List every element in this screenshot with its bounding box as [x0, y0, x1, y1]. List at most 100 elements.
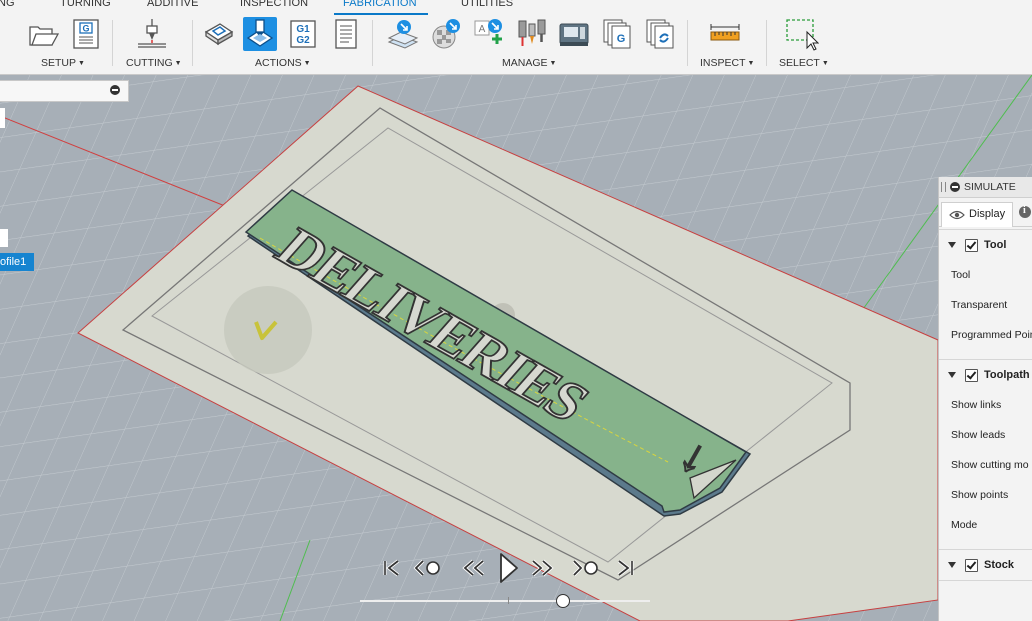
generate-icon: [204, 23, 234, 46]
next-operation-button[interactable]: [570, 553, 602, 583]
template-add-icon: A: [474, 19, 502, 44]
option-row[interactable]: Show points: [939, 480, 1032, 510]
skip-start-icon: [383, 559, 400, 577]
option-row[interactable]: Show leads: [939, 420, 1032, 450]
tool-checkbox[interactable]: [965, 239, 978, 252]
select-group-label[interactable]: SELECT ▼: [779, 57, 829, 69]
fast-forward-button[interactable]: [528, 553, 556, 583]
rewind-button[interactable]: [460, 553, 488, 583]
svg-text:A: A: [479, 24, 486, 35]
post-library-button[interactable]: [643, 17, 677, 51]
simulate-panel-header[interactable]: SIMULATE: [939, 177, 1032, 198]
option-row[interactable]: Show links: [939, 390, 1032, 420]
collapse-icon[interactable]: [950, 182, 960, 192]
browser-panel-header[interactable]: [0, 80, 129, 102]
browser-stub: [0, 229, 8, 247]
rewind-icon: [462, 559, 485, 577]
cutting-button[interactable]: [135, 17, 169, 51]
template-library-button[interactable]: [429, 17, 463, 51]
actions-group-label[interactable]: ACTIONS ▼: [255, 57, 311, 69]
open-folder-button[interactable]: [26, 17, 60, 51]
tab-fabrication[interactable]: FABRICATION: [343, 0, 417, 9]
prev-operation-icon: [413, 559, 440, 577]
collapse-icon[interactable]: [110, 85, 120, 95]
svg-text:G: G: [617, 33, 626, 45]
playback-controls: [360, 553, 650, 613]
tab-display[interactable]: Display: [941, 202, 1013, 227]
tab-additive[interactable]: ADDITIVE: [147, 0, 199, 9]
nc-program-button[interactable]: G: [600, 17, 634, 51]
simulate-icon: [246, 19, 274, 47]
machine-tools-button[interactable]: [515, 17, 549, 51]
option-row[interactable]: Transparent: [939, 290, 1032, 320]
ruler-icon: [710, 24, 740, 41]
gcode-icon: G1 G2: [290, 20, 316, 48]
simulate-tabs: Display: [939, 198, 1032, 227]
stock-checkbox[interactable]: [965, 559, 978, 572]
next-operation-icon: [572, 559, 598, 577]
tab-turning[interactable]: TURNING: [60, 0, 111, 9]
create-template-button[interactable]: A: [472, 17, 506, 51]
expand-triangle-icon[interactable]: [948, 242, 956, 248]
manage-group-label[interactable]: MANAGE ▼: [502, 57, 556, 69]
timeline-slider[interactable]: [360, 593, 650, 609]
toolpath-section-header[interactable]: Toolpath: [939, 359, 1032, 390]
svg-text:G: G: [82, 24, 89, 34]
machine-library-button[interactable]: [557, 17, 591, 51]
option-row[interactable]: Programmed Poin: [939, 320, 1032, 350]
expand-triangle-icon[interactable]: [948, 562, 956, 568]
cutting-group-label[interactable]: CUTTING ▼: [126, 57, 182, 69]
folder-icon: [29, 26, 59, 46]
active-tab-indicator: [334, 13, 428, 15]
tab-utilities[interactable]: UTILITIES: [461, 0, 513, 9]
post-process-button[interactable]: G1 G2: [286, 17, 320, 51]
setup-sheet-button[interactable]: G: [69, 17, 103, 51]
group-divider: [687, 20, 688, 66]
option-row[interactable]: Show cutting mo: [939, 450, 1032, 480]
info-icon[interactable]: [1019, 205, 1031, 218]
window-select-icon: [786, 19, 819, 51]
timeline-handle[interactable]: [556, 594, 570, 608]
inspect-group-label[interactable]: INSPECT ▼: [700, 57, 754, 69]
tool-section-header[interactable]: Tool: [939, 229, 1032, 260]
tab-inspection[interactable]: INSPECTION: [240, 0, 308, 9]
browser-item-profile[interactable]: ofile1: [0, 253, 34, 271]
tool-library-button[interactable]: [386, 17, 420, 51]
fast-forward-icon: [531, 559, 554, 577]
group-divider: [112, 20, 113, 66]
tool-library-icon: [387, 20, 419, 49]
3d-viewport[interactable]: DELIVERIES ↓ ofile1: [0, 75, 1032, 621]
go-to-end-button[interactable]: [614, 553, 636, 583]
toolpath-checkbox[interactable]: [965, 369, 978, 382]
simulate-button[interactable]: [243, 17, 277, 51]
go-to-start-button[interactable]: [380, 553, 404, 583]
expand-triangle-icon[interactable]: [948, 372, 956, 378]
window-select-button[interactable]: [785, 17, 819, 51]
nc-program-icon: G: [603, 19, 631, 49]
drag-handle-icon[interactable]: [941, 182, 946, 192]
eye-icon: [949, 210, 965, 220]
measure-button[interactable]: [708, 17, 742, 51]
document-icon: [335, 19, 357, 49]
play-button[interactable]: [496, 553, 522, 583]
group-divider: [372, 20, 373, 66]
play-icon: [500, 553, 518, 583]
generate-toolpath-button[interactable]: [201, 17, 235, 51]
previous-operation-button[interactable]: [412, 553, 444, 583]
workspace-tabs: NG TURNING ADDITIVE INSPECTION FABRICATI…: [0, 0, 1032, 15]
group-divider: [192, 20, 193, 66]
svg-text:G2: G2: [296, 35, 310, 46]
stock-section: Stock: [939, 549, 1032, 581]
svg-text:G1: G1: [296, 24, 310, 35]
setup-group-label[interactable]: SETUP ▼: [41, 57, 85, 69]
canvas-grid[interactable]: DELIVERIES ↓: [0, 75, 1032, 621]
timeline-track: [360, 600, 650, 602]
browser-stub: [0, 108, 5, 128]
simulate-panel: SIMULATE Display Tool Tool Transparent P…: [938, 177, 1032, 621]
option-row[interactable]: Mode: [939, 510, 1032, 540]
option-row[interactable]: Tool: [939, 260, 1032, 290]
tab-milling[interactable]: NG: [0, 0, 15, 9]
stock-section-header[interactable]: Stock: [939, 549, 1032, 580]
setup-sheet-document-button[interactable]: [329, 17, 363, 51]
timeline-tick: [508, 597, 509, 604]
